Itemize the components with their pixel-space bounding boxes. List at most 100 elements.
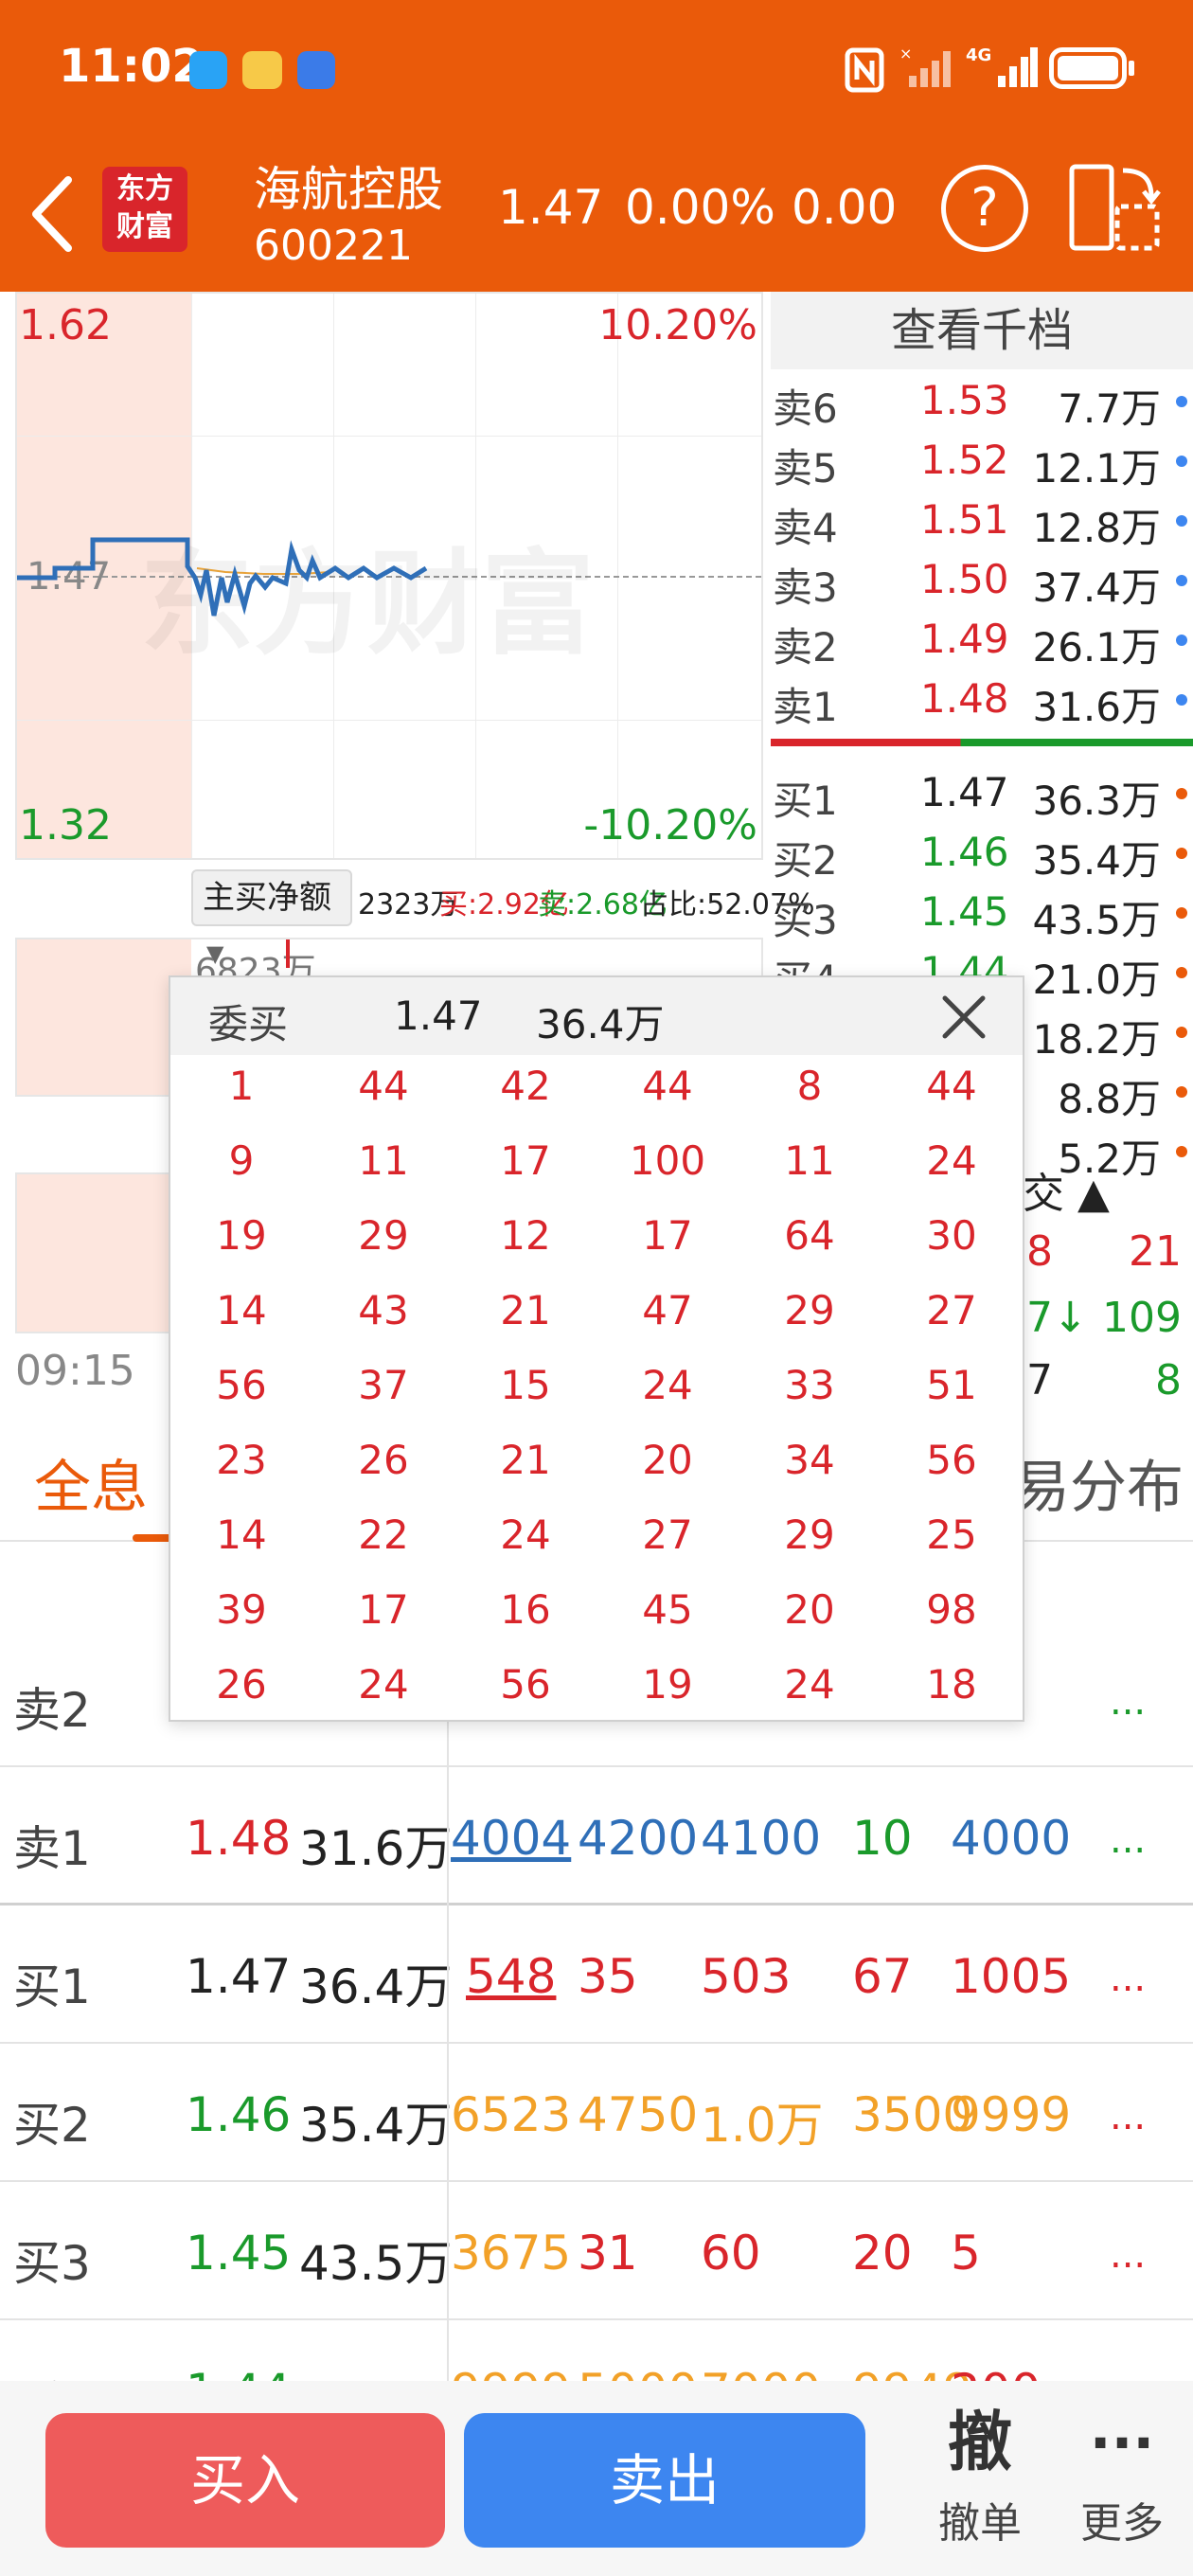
buy-button[interactable]: 买入 <box>45 2413 445 2548</box>
order-size[interactable]: 31 <box>578 2226 638 2281</box>
queue-order-cell: 8 <box>796 1063 823 1109</box>
row-more-button[interactable]: ... <box>1110 2233 1146 2277</box>
bid-row[interactable]: 买2 1.46 35.4万 <box>771 823 1193 884</box>
queue-table-row[interactable]: 买1 1.47 36.4万 548 35 503 67 1005... <box>0 1905 1193 2044</box>
queue-order-cell: 37 <box>358 1362 409 1408</box>
trade-volume: 109 <box>1102 1294 1182 1342</box>
close-icon[interactable] <box>939 993 988 1042</box>
ask-label: 卖4 <box>773 505 838 551</box>
pre-market-shade <box>17 939 191 1095</box>
row-label: 买1 <box>13 1959 91 2014</box>
bid-volume: 18.2万 <box>1032 1016 1161 1063</box>
row-more-button[interactable]: ... <box>1110 1818 1146 1862</box>
order-size[interactable]: 548 <box>466 1949 556 2004</box>
order-size[interactable]: 4200 <box>578 1811 698 1866</box>
trade-price: 7 <box>1026 1356 1053 1404</box>
order-size[interactable]: 67 <box>852 1949 913 2004</box>
queue-order-cell: 33 <box>784 1362 835 1408</box>
queue-order-cell: 21 <box>500 1287 551 1333</box>
row-price: 1.45 <box>186 2226 292 2281</box>
order-size[interactable]: 6523 <box>451 2087 571 2142</box>
queue-order-cell: 26 <box>358 1437 409 1483</box>
indicator-selector[interactable]: 主买净额 ▼ <box>191 869 352 967</box>
order-size[interactable]: 4100 <box>701 1811 821 1866</box>
queue-order-cell: 44 <box>358 1063 409 1109</box>
bid-volume: 8.8万 <box>1058 1076 1161 1122</box>
orange-dot-icon <box>1176 848 1187 859</box>
order-size[interactable]: 4750 <box>578 2087 698 2142</box>
bid-row[interactable]: 买1 1.47 36.3万 <box>771 763 1193 824</box>
order-size[interactable]: 4004 <box>451 1811 571 1866</box>
queue-table-row[interactable]: 买3 1.45 43.5万 3675 31 60 20 5... <box>0 2182 1193 2320</box>
ask-row[interactable]: 卖4 1.51 12.8万 <box>771 491 1193 551</box>
order-size[interactable]: 4000 <box>951 1811 1071 1866</box>
row-label: 卖2 <box>13 1683 91 1738</box>
tab-all-info[interactable]: 全息 <box>34 1441 148 1524</box>
row-volume: 31.6万 <box>299 1821 453 1876</box>
row-volume: 43.5万 <box>299 2236 453 2291</box>
blue-dot-icon <box>1176 396 1187 407</box>
intraday-chart[interactable]: 东方财富 1.62 1.47 1.32 10.20% -10.20% <box>15 292 763 860</box>
svg-text:4G: 4G <box>966 45 991 65</box>
header-change-pct: 0.00% <box>625 180 775 235</box>
price-line <box>17 537 428 617</box>
ask-row[interactable]: 卖1 1.48 31.6万 <box>771 670 1193 730</box>
sell-button[interactable]: 卖出 <box>464 2413 865 2548</box>
ask-row[interactable]: 卖5 1.52 12.1万 <box>771 431 1193 492</box>
help-icon[interactable]: ? <box>941 165 1028 252</box>
header-price: 1.47 <box>498 180 604 235</box>
cancel-order-button[interactable]: 撤 撤单 <box>909 2406 1051 2557</box>
trades-header[interactable]: 交 ▲ <box>1023 1159 1110 1220</box>
queue-order-cell: 20 <box>642 1437 693 1483</box>
row-more-button[interactable]: ... <box>1110 1957 1146 2000</box>
popup-price: 1.47 <box>394 993 483 1039</box>
row-label: 买3 <box>13 2236 91 2291</box>
row-more-button[interactable]: ... <box>1110 2095 1146 2138</box>
queue-order-cell: 56 <box>500 1661 551 1708</box>
bid-row[interactable]: 买3 1.45 43.5万 <box>771 883 1193 943</box>
ask-row[interactable]: 卖3 1.50 37.4万 <box>771 550 1193 611</box>
rotate-screen-icon[interactable] <box>1068 163 1161 252</box>
queue-table-row[interactable]: 卖1 1.48 31.6万 4004 4200 4100 10 4000... <box>0 1767 1193 1905</box>
ask-row[interactable]: 卖2 1.49 26.1万 <box>771 610 1193 671</box>
volume-bar <box>286 939 290 968</box>
bid-price: 1.46 <box>920 829 1009 875</box>
order-size[interactable]: 35 <box>578 1949 638 2004</box>
svg-text:×: × <box>899 45 912 63</box>
order-queue-popup: 委买 1.47 36.4万 1 44 42 44 8 44 9 11 17 100 11 24 19 29… <box>169 975 1024 1722</box>
orange-dot-icon <box>1176 1086 1187 1098</box>
queue-order-cell: 29 <box>784 1512 835 1558</box>
ask-volume: 12.8万 <box>1032 505 1161 551</box>
orange-dot-icon <box>1176 1146 1187 1157</box>
ask-volume: 7.7万 <box>1058 385 1161 432</box>
queue-order-cell: 98 <box>926 1586 977 1633</box>
queue-table-row[interactable]: 买2 1.46 35.4万 6523 4750 1.0万 3500 9999... <box>0 2044 1193 2182</box>
order-size[interactable]: 1005 <box>951 1949 1071 2004</box>
bid-volume: 35.4万 <box>1032 837 1161 884</box>
order-size[interactable]: 5 <box>951 2226 981 2281</box>
order-size[interactable]: 1.0万 <box>701 2087 824 2156</box>
ask-row[interactable]: 卖6 1.53 7.7万 <box>771 371 1193 432</box>
queue-order-cell: 15 <box>500 1362 551 1408</box>
trade-volume: 8 <box>1155 1356 1182 1404</box>
queue-order-cell: 29 <box>358 1212 409 1259</box>
order-book-title[interactable]: 查看千档 <box>771 292 1193 369</box>
bid-volume: 36.3万 <box>1032 778 1161 824</box>
order-size[interactable]: 9999 <box>951 2087 1071 2142</box>
order-size[interactable]: 503 <box>701 1949 791 2004</box>
back-arrow-icon[interactable] <box>27 174 76 254</box>
order-size[interactable]: 3675 <box>451 2226 571 2281</box>
stock-name: 海航控股 <box>254 162 443 217</box>
popup-title: 委买 <box>208 1001 289 1047</box>
blue-dot-icon <box>1176 694 1187 706</box>
order-size[interactable]: 60 <box>701 2226 761 2281</box>
queue-order-cell: 64 <box>784 1212 835 1259</box>
more-button[interactable]: ··· 更多 <box>1060 2406 1184 2557</box>
queue-order-cell: 30 <box>926 1212 977 1259</box>
queue-order-cell: 12 <box>500 1212 551 1259</box>
order-size[interactable]: 20 <box>852 2226 913 2281</box>
row-more-button[interactable]: ... <box>1110 1680 1146 1724</box>
ask-price: 1.53 <box>920 377 1009 423</box>
order-size[interactable]: 10 <box>852 1811 913 1866</box>
signal-icon-1: × <box>899 45 951 87</box>
